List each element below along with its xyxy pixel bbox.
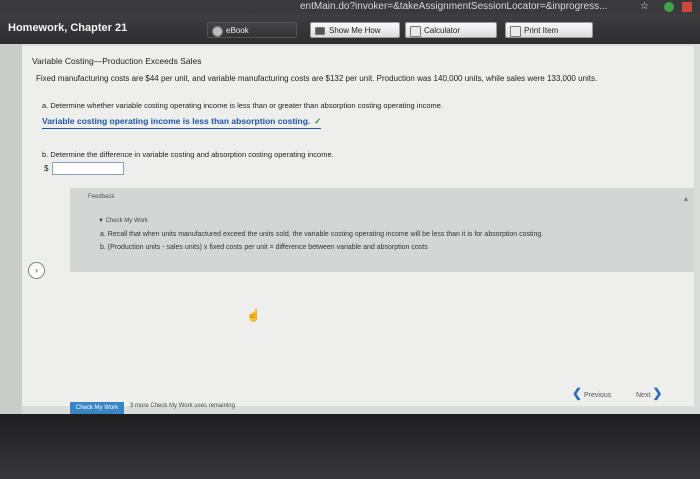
- hint-a: a. Recall that when units manufactured e…: [100, 231, 544, 238]
- next-label: Next: [636, 392, 651, 399]
- url-text: entMain.do?invoker=&takeAssignmentSessio…: [300, 1, 608, 12]
- problem-statement: Fixed manufacturing costs are $44 per un…: [36, 74, 598, 83]
- part-a-answer-text: Variable costing operating income is les…: [42, 116, 311, 126]
- currency-symbol: $: [44, 164, 49, 173]
- extension-icon[interactable]: [664, 2, 674, 12]
- collapse-caret-icon[interactable]: ▴: [684, 194, 688, 203]
- browser-url-bar[interactable]: entMain.do?invoker=&takeAssignmentSessio…: [0, 0, 700, 14]
- print-item-button[interactable]: Print Item: [505, 22, 593, 38]
- left-gutter: [0, 44, 22, 414]
- feedback-box: Feedback ▴ ▼ Check My Work a. Recall tha…: [70, 188, 694, 272]
- calculator-label: Calculator: [424, 26, 461, 35]
- chevron-right-icon-next: ❯: [652, 386, 663, 400]
- calculator-icon: [410, 26, 421, 37]
- hand-cursor-icon: ☝: [246, 308, 261, 322]
- print-icon: [510, 26, 521, 37]
- chevron-left-icon: ❮: [572, 386, 583, 400]
- video-icon: [315, 27, 325, 35]
- next-button[interactable]: Next ❯: [636, 386, 662, 400]
- calculator-button[interactable]: Calculator: [405, 22, 497, 38]
- header-bar: Homework, Chapter 21 eBook Show Me How C…: [0, 14, 700, 44]
- homework-screen: Homework, Chapter 21 eBook Show Me How C…: [0, 14, 700, 414]
- feedback-label: Feedback: [88, 194, 115, 200]
- problem-panel: Variable Costing—Production Exceeds Sale…: [22, 46, 694, 406]
- page-title: Homework, Chapter 21: [8, 22, 128, 34]
- chevron-right-icon[interactable]: ›: [28, 262, 45, 279]
- print-item-label: Print Item: [524, 26, 559, 35]
- check-my-work-button[interactable]: Check My Work: [70, 402, 124, 414]
- previous-label: Previous: [584, 392, 612, 399]
- part-a-question: a. Determine whether variable costing op…: [42, 101, 444, 110]
- checkmark-icon: ✓: [314, 116, 322, 126]
- ebook-label: eBook: [226, 26, 249, 35]
- part-a-answer-select[interactable]: Variable costing operating income is les…: [42, 116, 322, 129]
- ebook-button[interactable]: eBook: [207, 22, 297, 38]
- bookmark-star-icon[interactable]: ☆: [640, 0, 649, 14]
- remaining-uses-text: 3 more Check My Work uses remaining: [130, 403, 235, 409]
- section-title: Variable Costing—Production Exceeds Sale…: [32, 56, 202, 66]
- hint-b: b. (Production units - sales units) x fi…: [100, 244, 428, 251]
- show-me-how-label: Show Me How: [329, 26, 381, 35]
- laptop-bezel: [0, 414, 700, 479]
- previous-button[interactable]: ❮ Previous: [572, 386, 611, 400]
- show-me-how-button[interactable]: Show Me How: [310, 22, 400, 38]
- check-my-work-toggle[interactable]: ▼ Check My Work: [98, 218, 148, 224]
- book-icon: [212, 26, 223, 37]
- part-b-question: b. Determine the difference in variable …: [42, 150, 334, 159]
- part-b-answer-input[interactable]: [52, 162, 124, 175]
- extension-icon-2[interactable]: [682, 2, 692, 12]
